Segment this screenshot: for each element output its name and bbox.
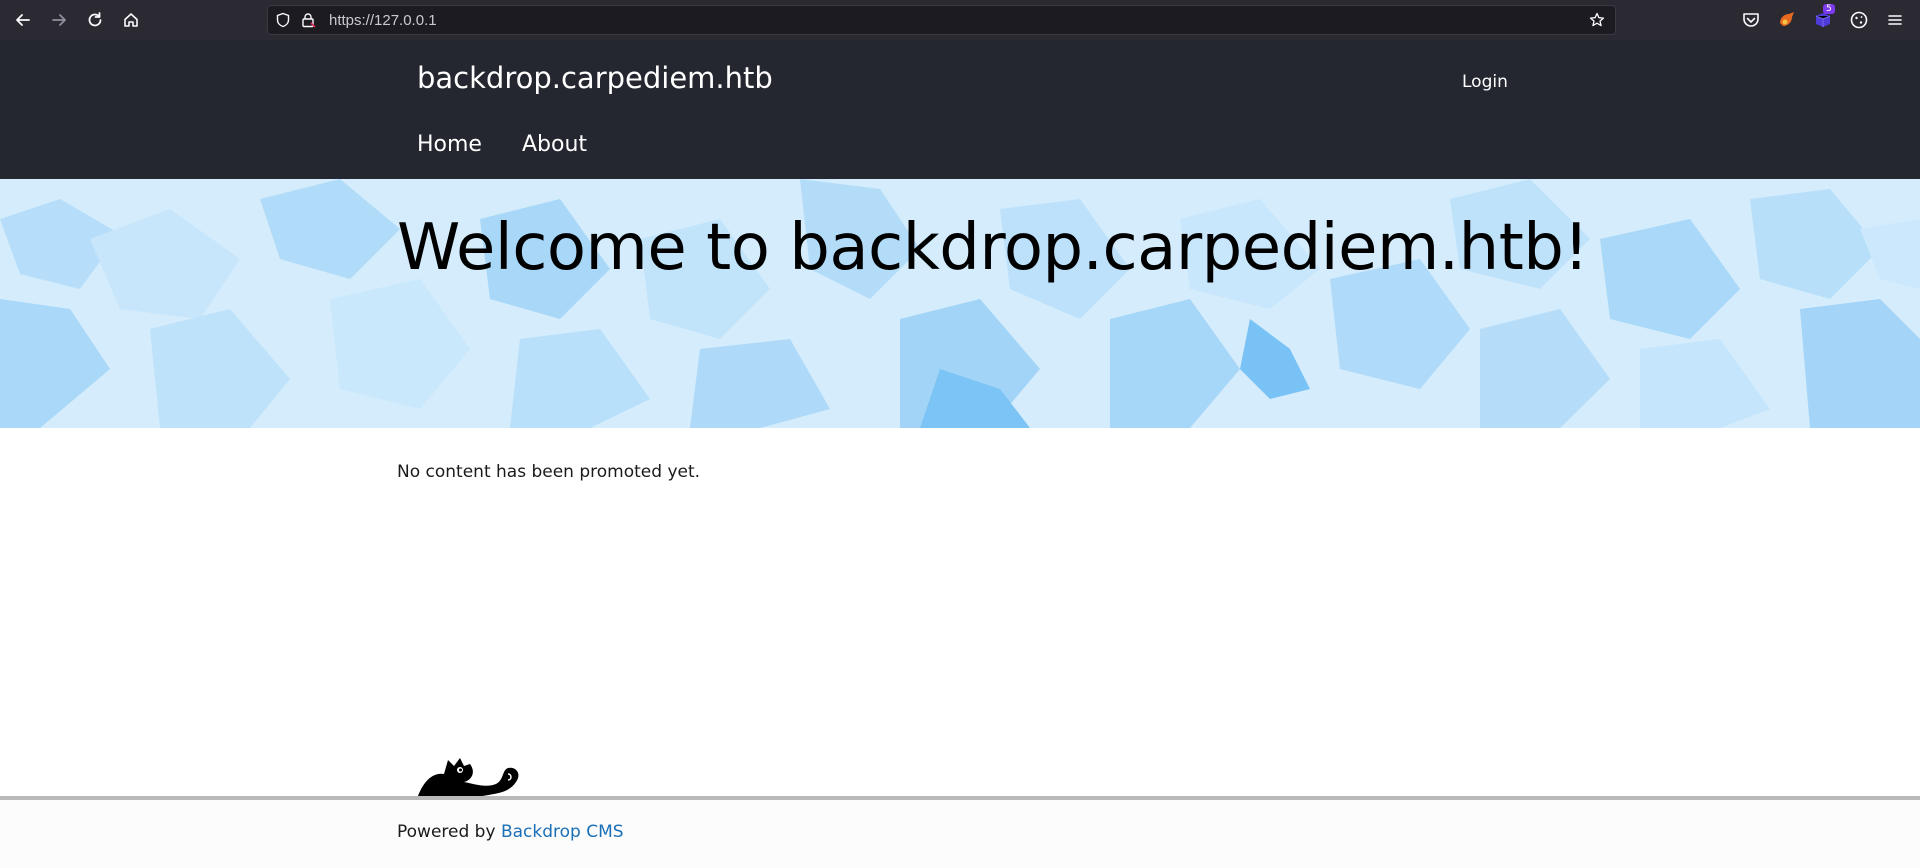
main-menu: Home About xyxy=(417,132,587,157)
site-name-link[interactable]: backdrop.carpediem.htb xyxy=(417,61,773,95)
no-content-message: No content has been promoted yet. xyxy=(397,462,701,482)
pocket-icon[interactable] xyxy=(1741,10,1761,30)
hero-banner: Welcome to backdrop.carpediem.htb! xyxy=(0,179,1920,428)
backdrop-cms-link[interactable]: Backdrop CMS xyxy=(501,822,624,842)
extension-icon[interactable]: 5 xyxy=(1813,4,1835,30)
lock-icon[interactable] xyxy=(300,12,316,28)
backdrop-logo xyxy=(418,758,530,801)
url-text[interactable]: https://127.0.0.1 xyxy=(329,12,437,29)
menu-icon[interactable] xyxy=(1885,10,1905,30)
browser-toolbar: https://127.0.0.1 5 xyxy=(0,0,1920,41)
powered-by-text: Powered by xyxy=(397,822,496,842)
url-bar[interactable]: https://127.0.0.1 xyxy=(267,5,1616,35)
reload-icon[interactable] xyxy=(83,8,107,32)
login-link[interactable]: Login xyxy=(1462,72,1508,92)
bookmark-star-icon[interactable] xyxy=(1589,12,1605,28)
forward-icon[interactable] xyxy=(47,8,71,32)
page-title: Welcome to backdrop.carpediem.htb! xyxy=(397,211,1589,285)
site-footer xyxy=(0,800,1920,868)
site-header: backdrop.carpediem.htb Login Home About xyxy=(0,40,1920,179)
menu-item-home[interactable]: Home xyxy=(417,132,482,157)
footer-credit: Powered by Backdrop CMS xyxy=(397,822,624,842)
shield-icon[interactable] xyxy=(275,12,291,28)
cookie-icon[interactable] xyxy=(1849,10,1869,30)
home-icon[interactable] xyxy=(119,8,143,32)
foxyproxy-icon[interactable] xyxy=(1777,10,1797,30)
extension-badge: 5 xyxy=(1823,4,1835,14)
back-icon[interactable] xyxy=(11,8,35,32)
menu-item-about[interactable]: About xyxy=(522,132,587,157)
